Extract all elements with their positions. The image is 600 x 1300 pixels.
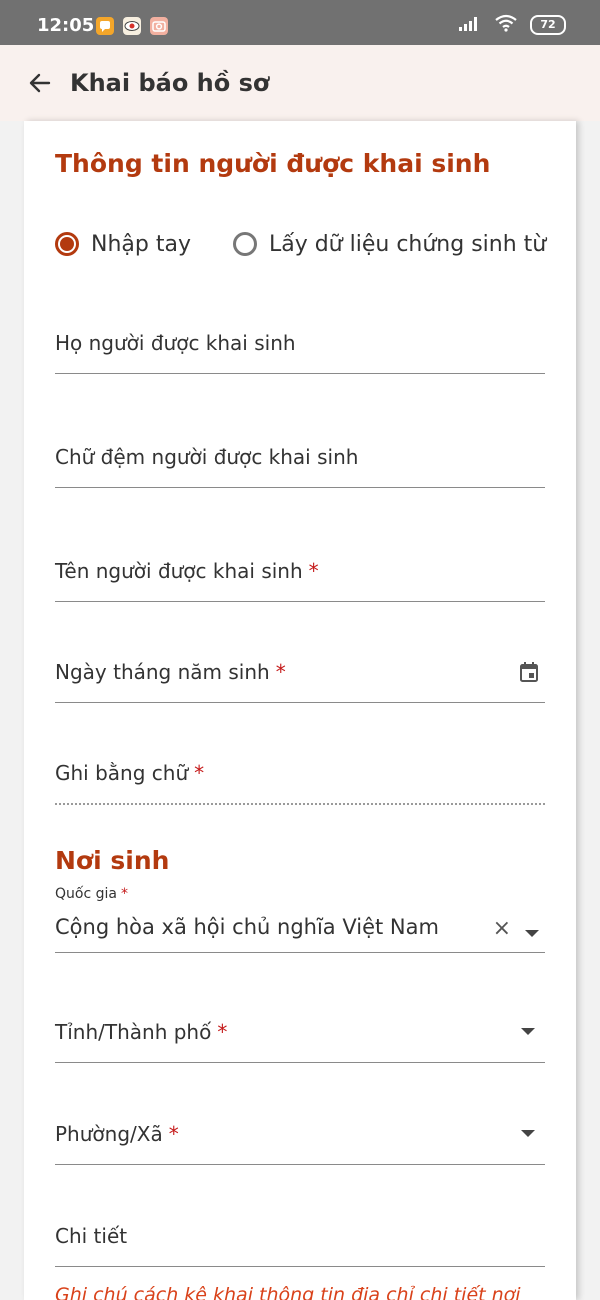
radio-birth-certificate-data[interactable] [232,232,257,256]
required-marker: * [120,886,128,902]
required-marker: * [308,559,319,583]
province-label: Tỉnh/Thành phố [55,1020,212,1044]
country-label: Quốc gia [55,886,117,902]
chat-app-icon [96,17,114,35]
middle-name-field[interactable]: Chữ đệm người được khai sinh [55,431,545,488]
given-name-label-wrap: Tên người được khai sinh * [55,559,319,583]
country-value: Cộng hòa xã hội chủ nghĩa Việt Nam [55,915,439,939]
status-time: 12:05 [37,15,95,36]
input-mode-radio-group: Nhập tay Lấy dữ liệu chứng sinh từ [55,228,546,260]
back-button[interactable] [24,67,56,99]
section-title-birthplace: Nơi sinh [55,846,170,875]
chevron-down-icon[interactable] [521,1130,535,1137]
address-detail-label: Chi tiết [55,1224,128,1248]
given-name-field[interactable]: Tên người được khai sinh * [55,545,545,602]
clear-icon[interactable]: × [493,916,511,941]
battery-indicator: 72 [530,15,566,35]
required-marker: * [194,761,205,785]
middle-name-label: Chữ đệm người được khai sinh [55,445,359,469]
dob-words-label: Ghi bằng chữ [55,761,189,785]
dob-words-label-wrap: Ghi bằng chữ * [55,761,204,785]
dob-label: Ngày tháng năm sinh [55,660,270,684]
address-note-text: Ghi chú cách kê khai thông tin địa chỉ c… [55,1284,521,1300]
surname-field[interactable]: Họ người được khai sinh [55,317,545,374]
arrow-left-icon [29,73,51,93]
required-marker: * [168,1122,179,1146]
surname-label: Họ người được khai sinh [55,331,296,355]
camera-app-icon [150,17,168,35]
status-bar: 12:05 72 [0,0,600,45]
radio-birth-certificate-data-label[interactable]: Lấy dữ liệu chứng sinh từ [269,232,546,257]
date-in-words-field[interactable]: Ghi bằng chữ * [55,748,545,805]
wifi-icon [494,14,518,36]
ward-label: Phường/Xã [55,1122,163,1146]
signal-icon [458,14,482,36]
form-card: Thông tin người được khai sinh Nhập tay … [24,121,576,1300]
ward-select[interactable]: Phường/Xã * [55,1108,545,1165]
address-detail-field[interactable]: Chi tiết [55,1210,545,1267]
province-select[interactable]: Tỉnh/Thành phố * [55,1006,545,1063]
section-title-birth-person: Thông tin người được khai sinh [55,149,491,178]
required-marker: * [217,1020,228,1044]
dob-label-wrap: Ngày tháng năm sinh * [55,660,286,684]
country-label-wrap: Quốc gia * [55,886,128,902]
calendar-icon[interactable] [519,661,539,687]
radio-manual-entry[interactable] [55,232,79,256]
country-select[interactable]: Cộng hòa xã hội chủ nghĩa Việt Nam × [55,906,545,953]
date-of-birth-field[interactable]: Ngày tháng năm sinh * [55,647,545,703]
eye-app-icon [123,17,141,35]
province-label-wrap: Tỉnh/Thành phố * [55,1020,227,1044]
chevron-down-icon[interactable] [525,930,539,937]
chevron-down-icon[interactable] [521,1028,535,1035]
app-bar: Khai báo hồ sơ [0,45,600,121]
ward-label-wrap: Phường/Xã * [55,1122,179,1146]
given-name-label: Tên người được khai sinh [55,559,303,583]
required-marker: * [275,660,286,684]
page-title: Khai báo hồ sơ [70,69,270,97]
radio-manual-entry-label[interactable]: Nhập tay [91,232,191,257]
